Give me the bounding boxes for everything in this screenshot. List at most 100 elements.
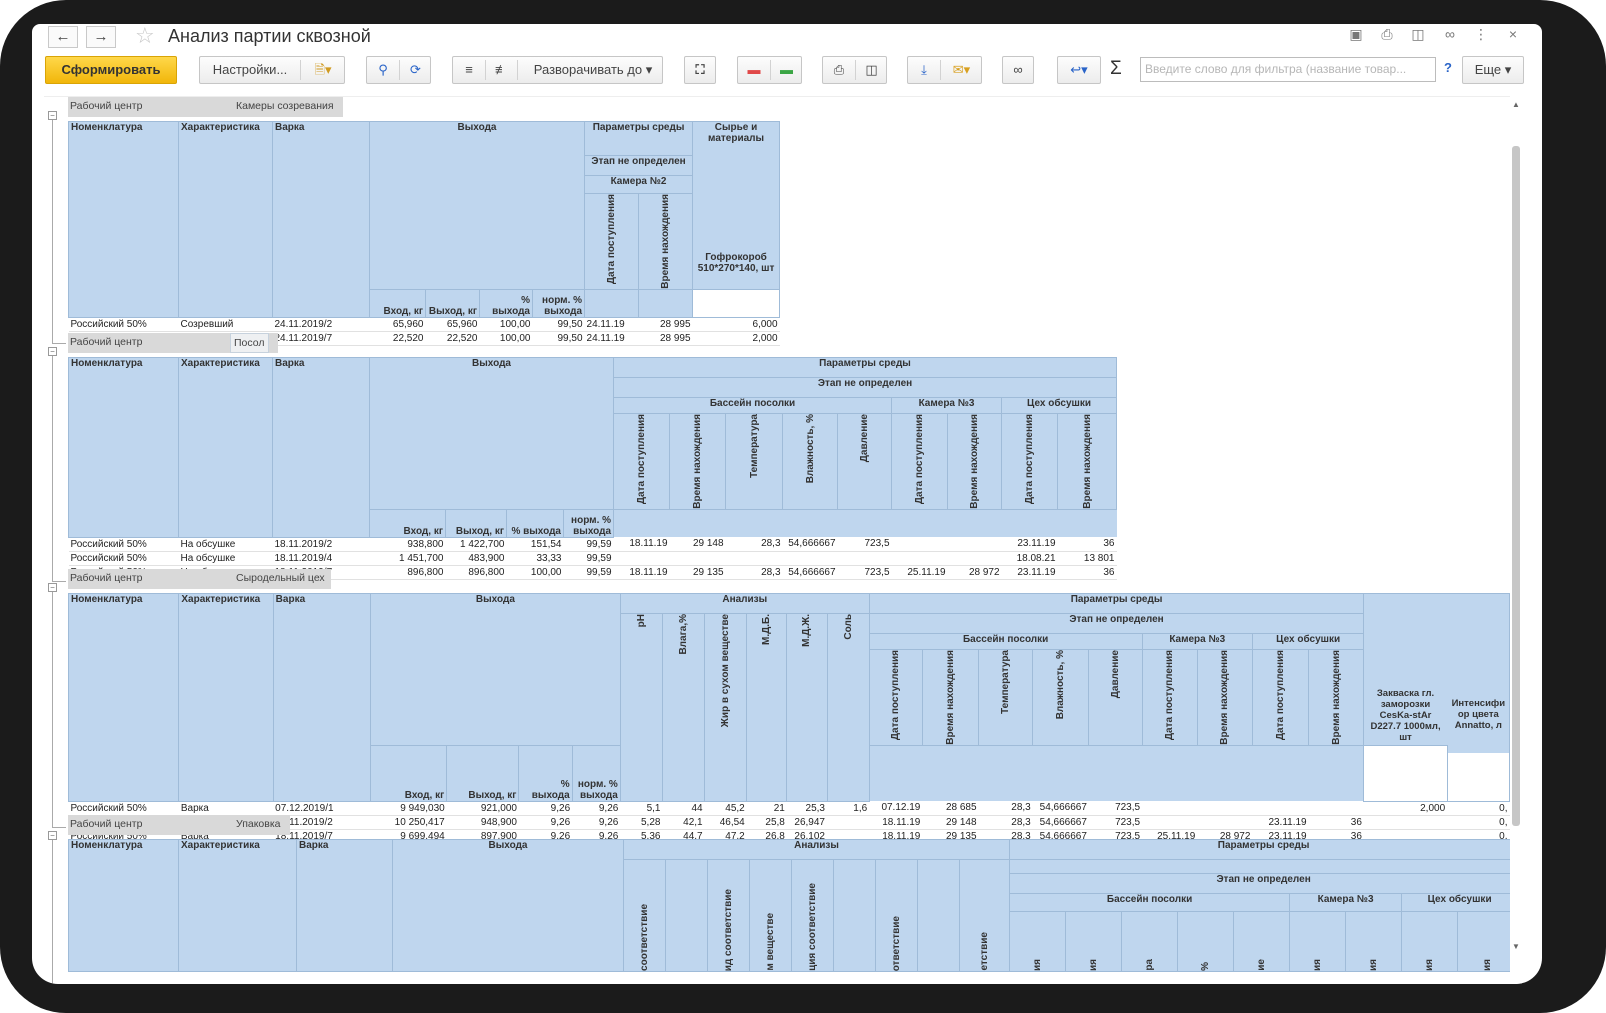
table-cell[interactable]: Российский 50% xyxy=(68,537,179,552)
col-header[interactable]: ция соответствие xyxy=(791,859,834,972)
collapse-group-icon[interactable]: − xyxy=(48,583,57,592)
table-cell[interactable]: 24.11.2019/7 xyxy=(272,331,370,346)
table-row[interactable]: Российский 50% На обсушке 18.11.2019/4 1 45… xyxy=(68,551,1117,566)
scroll-down-icon[interactable]: ▼ xyxy=(1512,942,1520,951)
table-cell[interactable]: Российский 50% xyxy=(68,801,179,816)
col-header[interactable]: Параметры среды xyxy=(584,121,694,156)
col-header[interactable]: ид соответствие xyxy=(707,859,750,972)
table-cell[interactable]: 25,8 xyxy=(746,815,787,830)
col-header[interactable]: Время нахождения xyxy=(1057,413,1117,510)
table-cell[interactable] xyxy=(1142,801,1198,816)
table-cell[interactable]: 723,5 xyxy=(837,565,892,580)
col-header[interactable]: Параметры среды xyxy=(613,357,1117,378)
col-header[interactable]: норм. % выхода xyxy=(531,288,586,318)
table-cell[interactable]: 5,28 xyxy=(620,815,663,830)
table-cell[interactable]: Созревший xyxy=(178,317,273,332)
table-cell[interactable]: 23.11.19 xyxy=(1001,565,1058,580)
collapse-all-icon[interactable]: ≢ xyxy=(486,57,517,83)
close-icon[interactable]: × xyxy=(1504,26,1522,42)
col-header[interactable]: Выхода xyxy=(369,593,621,746)
table-cell[interactable]: 23.11.19 xyxy=(1252,815,1309,830)
filter-input[interactable]: Введите слово для фильтра (название това… xyxy=(1140,57,1436,82)
col-header[interactable]: ра xyxy=(1121,911,1179,972)
table-cell[interactable]: 22,520 xyxy=(369,331,426,346)
col-header[interactable]: Время нахождения xyxy=(1308,649,1365,746)
col-header[interactable]: Характеристика xyxy=(178,593,274,802)
table-cell[interactable]: 54,666667 xyxy=(782,565,838,580)
undo-button[interactable]: ↩▾ xyxy=(1057,56,1101,84)
table-cell[interactable]: 45,2 xyxy=(704,801,747,816)
table-cell[interactable]: 23.11.19 xyxy=(1001,537,1058,552)
table-cell[interactable]: На обсушке xyxy=(178,551,273,566)
table-cell[interactable]: 36 xyxy=(1308,815,1364,830)
expand-to-dropdown[interactable]: Разворачивать до ▾ xyxy=(523,57,663,83)
table-cell[interactable] xyxy=(1197,801,1253,816)
table-cell[interactable]: 99,59 xyxy=(563,551,614,566)
collapse-group-icon[interactable]: − xyxy=(48,831,57,840)
col-header[interactable]: Цех обсушки xyxy=(1401,893,1510,912)
table-cell[interactable]: 483,900 xyxy=(445,551,507,566)
table-cell[interactable]: 100,00 xyxy=(479,317,533,332)
col-header[interactable]: Номенклатура xyxy=(68,839,179,972)
col-header[interactable]: Влажность, % xyxy=(782,413,839,510)
table-row[interactable]: Российский 50% Созревший 24.11.2019/2 65,96… xyxy=(68,317,780,332)
col-header[interactable]: Камера №3 xyxy=(1141,633,1253,650)
table-cell[interactable]: 28 995 xyxy=(638,317,693,332)
preview-icon[interactable]: ◫ xyxy=(1409,26,1427,43)
col-header[interactable]: ия xyxy=(1009,911,1067,972)
col-header[interactable]: норм. % выхода xyxy=(571,744,621,802)
group-red-icon[interactable]: ▬ xyxy=(738,57,770,83)
more-button[interactable]: Еще ▾ xyxy=(1462,56,1524,84)
table-cell[interactable]: 29 135 xyxy=(669,565,726,580)
table-cell[interactable]: 2,000 xyxy=(692,331,780,346)
col-header[interactable]: Выход, кг xyxy=(445,508,507,538)
table-cell[interactable] xyxy=(1252,801,1309,816)
link-button[interactable]: ∞ xyxy=(1002,56,1034,84)
variants-icon[interactable]: 🗎▾ xyxy=(301,57,345,83)
col-header[interactable]: % выхода xyxy=(506,508,564,538)
col-header[interactable]: Время нахождения xyxy=(947,413,1003,510)
col-header[interactable]: Характеристика xyxy=(178,357,273,538)
help-button[interactable]: ? xyxy=(1444,60,1452,75)
col-header[interactable]: ие xyxy=(1233,911,1291,972)
table-cell[interactable]: 1 451,700 xyxy=(369,551,446,566)
more-vertical-icon[interactable]: ⋮ xyxy=(1472,26,1490,43)
col-header[interactable]: Цех обсушки xyxy=(1001,397,1117,414)
col-header[interactable]: Интенсифи ор цвета Annatto, л xyxy=(1446,696,1510,754)
scroll-up-icon[interactable]: ▲ xyxy=(1512,100,1520,109)
col-header[interactable]: Вход, кг xyxy=(369,288,426,318)
table-cell[interactable]: 65,960 xyxy=(369,317,426,332)
col-header[interactable]: норм. % выхода xyxy=(562,508,615,538)
col-header[interactable]: Анализы xyxy=(622,839,1011,860)
table-cell[interactable]: 18.11.19 xyxy=(613,565,670,580)
table-cell[interactable]: Варка xyxy=(178,801,274,816)
col-header[interactable]: ия xyxy=(1401,911,1459,972)
table-cell[interactable]: 29 148 xyxy=(669,537,726,552)
table-cell[interactable]: 100,00 xyxy=(479,331,533,346)
table-cell[interactable]: 25.11.19 xyxy=(891,565,948,580)
workcenter-header[interactable]: Рабочий центр Сыродельный цех xyxy=(68,569,331,589)
table-cell[interactable]: 99,50 xyxy=(532,331,585,346)
workcenter-header[interactable]: Рабочий центр Камеры созревания xyxy=(68,97,343,117)
table-cell[interactable]: 28,3 xyxy=(725,565,783,580)
col-header[interactable]: М.Д.Б. xyxy=(746,613,788,802)
col-header[interactable]: Варка xyxy=(272,121,370,318)
col-header[interactable]: ия xyxy=(1289,911,1347,972)
table-cell[interactable]: 26,947 xyxy=(786,815,827,830)
mail-icon[interactable]: ✉▾ xyxy=(941,57,982,83)
col-header[interactable]: Анализы xyxy=(619,593,870,614)
table-cell[interactable]: 1,6 xyxy=(827,801,870,816)
table-cell[interactable]: 1 422,700 xyxy=(445,537,507,552)
col-header[interactable]: ответствие xyxy=(875,859,918,972)
table-cell[interactable]: 07.12.2019/1 xyxy=(273,801,371,816)
col-header[interactable]: Номенклатура xyxy=(68,121,179,318)
col-header[interactable]: Дата поступления xyxy=(1141,649,1198,746)
print-preview-icon[interactable]: ◫ xyxy=(856,57,887,83)
col-header[interactable]: % xyxy=(1177,911,1235,972)
collapse-group-icon[interactable]: − xyxy=(48,347,57,356)
col-header[interactable]: Бассейн посолки xyxy=(868,633,1143,650)
search-icon[interactable]: ⚲ xyxy=(367,57,399,83)
col-header[interactable]: етствие xyxy=(958,859,1011,972)
scrollbar-thumb[interactable] xyxy=(1512,146,1520,826)
link-icon[interactable]: ∞ xyxy=(1441,26,1459,42)
